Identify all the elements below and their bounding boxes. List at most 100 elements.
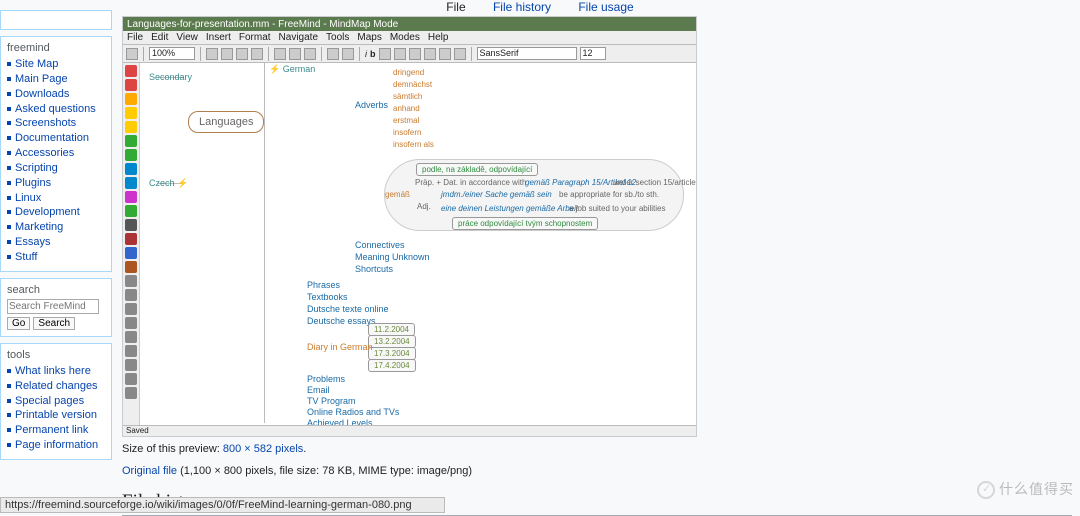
toolbar-icon[interactable] [221, 48, 233, 60]
palette-icon[interactable] [125, 275, 137, 287]
node-c1c[interactable]: under section 15/article [608, 177, 696, 188]
nav-item[interactable]: Asked questions [7, 102, 105, 117]
fontsize-select[interactable]: 12 [580, 47, 606, 60]
palette-icon[interactable] [125, 149, 137, 161]
nav-item[interactable]: Main Page [7, 72, 105, 87]
palette-icon[interactable] [125, 247, 137, 259]
node-c1[interactable]: Präp. + Dat. in accordance with [410, 177, 531, 188]
node-czech[interactable]: Czech ⚡ [144, 177, 193, 190]
menu-item[interactable]: Insert [206, 32, 231, 43]
menu-item[interactable]: Maps [357, 32, 381, 43]
palette-icon[interactable] [125, 205, 137, 217]
tools-item[interactable]: Printable version [7, 408, 105, 423]
node-mid[interactable]: Meaning Unknown [350, 251, 435, 263]
preview-size-link[interactable]: 800 × 582 pixels [223, 443, 303, 455]
menu-item[interactable]: Format [239, 32, 271, 43]
palette-icon[interactable] [125, 303, 137, 315]
node-diary[interactable]: Diary in German [302, 341, 378, 353]
nav-item[interactable]: Development [7, 205, 105, 220]
node-c4[interactable]: práce odpovídající tvým schopnostem [452, 217, 598, 230]
palette-icon[interactable] [125, 191, 137, 203]
nav-item[interactable]: Accessories [7, 146, 105, 161]
node-lower[interactable]: Textbooks [302, 291, 353, 303]
original-file-link[interactable]: Original file [122, 465, 177, 477]
node-secondary[interactable]: Secondary [144, 71, 197, 83]
palette-icon[interactable] [125, 121, 137, 133]
palette-icon[interactable] [125, 65, 137, 77]
toolbar-icon[interactable] [304, 48, 316, 60]
node-c2b[interactable]: be appropriate for sb./to sth. [554, 189, 664, 200]
node-german[interactable]: ⚡ German [264, 63, 320, 76]
toolbar-icon[interactable] [289, 48, 301, 60]
node-adv[interactable]: demnächst [388, 79, 437, 90]
toolbar-icon[interactable] [206, 48, 218, 60]
node-lower[interactable]: Dutsche texte online [302, 303, 394, 315]
node-mid[interactable]: Connectives [350, 239, 410, 251]
mindmap-canvas[interactable]: Languages Secondary Czech ⚡ ⚡ German Adv… [140, 63, 696, 425]
search-input[interactable] [7, 299, 99, 314]
toolbar-icon[interactable] [409, 48, 421, 60]
toolbar-icon[interactable] [274, 48, 286, 60]
palette-icon[interactable] [125, 331, 137, 343]
search-button[interactable]: Search [33, 317, 75, 330]
tab-file-usage[interactable]: File usage [578, 0, 633, 14]
toolbar-icon[interactable] [126, 48, 138, 60]
tools-item[interactable]: What links here [7, 364, 105, 379]
node-adv[interactable]: anhand [388, 103, 425, 114]
palette-icon[interactable] [125, 233, 137, 245]
palette-icon[interactable] [125, 373, 137, 385]
tab-file-history[interactable]: File history [493, 0, 551, 14]
node-c2[interactable]: jmdm./einer Sache gemäß sein [436, 189, 557, 200]
menu-item[interactable]: View [176, 32, 198, 43]
palette-icon[interactable] [125, 289, 137, 301]
menu-item[interactable]: Tools [326, 32, 349, 43]
palette-icon[interactable] [125, 177, 137, 189]
menu-item[interactable]: Modes [390, 32, 420, 43]
font-select[interactable]: SansSerif [477, 47, 577, 60]
node-gemass[interactable]: gemäß [380, 189, 415, 200]
node-adv[interactable]: insofern als [388, 139, 439, 150]
node-adv[interactable]: erstmal [388, 115, 424, 126]
tools-item[interactable]: Permanent link [7, 423, 105, 438]
tab-file[interactable]: File [446, 0, 465, 14]
node-bottom[interactable]: Achieved Levels [302, 417, 378, 425]
nav-item[interactable]: Plugins [7, 176, 105, 191]
toolbar-icon[interactable] [236, 48, 248, 60]
tools-item[interactable]: Special pages [7, 394, 105, 409]
toolbar-icon[interactable] [327, 48, 339, 60]
nav-item[interactable]: Documentation [7, 131, 105, 146]
palette-icon[interactable] [125, 79, 137, 91]
menu-item[interactable]: Edit [151, 32, 168, 43]
node-adv[interactable]: insofern [388, 127, 426, 138]
palette-icon[interactable] [125, 359, 137, 371]
palette-icon[interactable] [125, 317, 137, 329]
toolbar-icon[interactable] [454, 48, 466, 60]
tools-item[interactable]: Page information [7, 438, 105, 453]
icon-palette[interactable] [123, 63, 140, 425]
nav-item[interactable]: Marketing [7, 220, 105, 235]
go-button[interactable]: Go [7, 317, 30, 330]
toolbar-icon[interactable] [439, 48, 451, 60]
nav-item[interactable]: Downloads [7, 87, 105, 102]
palette-icon[interactable] [125, 93, 137, 105]
nav-item[interactable]: Stuff [7, 250, 105, 265]
node-date[interactable]: 17.4.2004 [368, 359, 416, 372]
menu-item[interactable]: File [127, 32, 143, 43]
file-preview[interactable]: Languages-for-presentation.mm - FreeMind… [122, 16, 697, 437]
nav-item[interactable]: Screenshots [7, 116, 105, 131]
nav-item[interactable]: Scripting [7, 161, 105, 176]
palette-icon[interactable] [125, 107, 137, 119]
palette-icon[interactable] [125, 261, 137, 273]
node-c3b[interactable]: a job suited to your abilities [564, 203, 671, 214]
node-root[interactable]: Languages [188, 111, 264, 133]
zoom-select[interactable]: 100% [149, 47, 195, 60]
palette-icon[interactable] [125, 387, 137, 399]
tools-item[interactable]: Related changes [7, 379, 105, 394]
node-mid[interactable]: Shortcuts [350, 263, 398, 275]
palette-icon[interactable] [125, 135, 137, 147]
menu-item[interactable]: Help [428, 32, 449, 43]
toolbar-icon[interactable] [424, 48, 436, 60]
nav-item[interactable]: Essays [7, 235, 105, 250]
palette-icon[interactable] [125, 219, 137, 231]
node-c3[interactable]: eine deinen Leistungen gemäße Arbeit [436, 203, 583, 214]
